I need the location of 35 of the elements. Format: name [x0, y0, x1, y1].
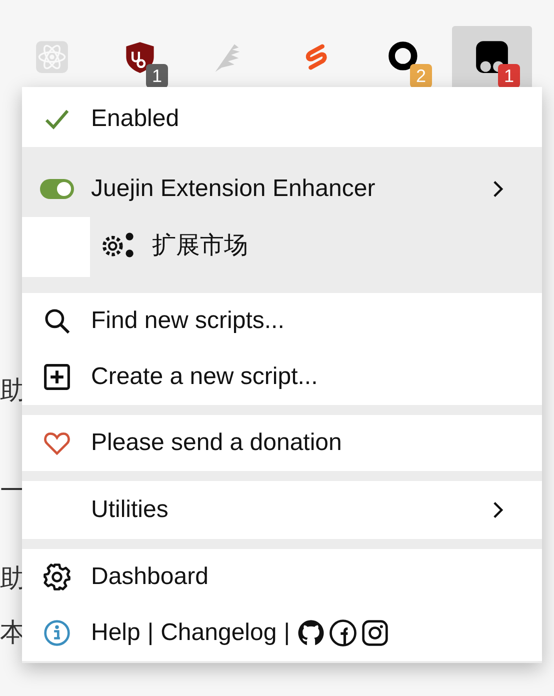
- menu-item[interactable]: Dashboard: [22, 549, 542, 605]
- extension-button[interactable]: 1: [452, 26, 532, 88]
- help-link[interactable]: Help: [91, 619, 140, 647]
- extension-button[interactable]: 1: [100, 26, 180, 88]
- menu-label: 扩展市场: [152, 231, 248, 261]
- facebook-icon[interactable]: [328, 619, 357, 647]
- menu-label: Please send a donation: [91, 429, 342, 457]
- menu-item[interactable]: Juejin Extension Enhancer: [22, 161, 542, 217]
- github-icon[interactable]: [296, 619, 325, 647]
- info-icon: [42, 619, 70, 647]
- menu-item[interactable]: Please send a donation: [22, 415, 542, 471]
- settings-icon: [42, 563, 70, 591]
- menu-label: Dashboard: [91, 563, 208, 591]
- atom-icon: [35, 40, 69, 74]
- menu-label: Create a new script...: [91, 363, 318, 391]
- separator-text: |: [147, 619, 154, 647]
- toggle-switch[interactable]: [38, 178, 74, 200]
- menu-item[interactable]: Help | Changelog |: [22, 605, 542, 661]
- menu-item[interactable]: 扩展市场: [22, 217, 542, 273]
- menu-item[interactable]: Create a new script...: [22, 349, 542, 405]
- count-badge: 1: [498, 64, 520, 88]
- instagram-icon[interactable]: [360, 619, 389, 647]
- help-link[interactable]: Changelog: [160, 619, 277, 647]
- search-icon: [42, 307, 70, 335]
- menu-label: Find new scripts...: [91, 307, 284, 335]
- plus-square-icon: [42, 363, 70, 391]
- separator-text: |: [284, 619, 290, 647]
- menu-item[interactable]: Utilities: [22, 481, 542, 539]
- menu-item[interactable]: Find new scripts...: [22, 293, 542, 349]
- menu-label: Juejin Extension Enhancer: [91, 175, 376, 203]
- menu-item[interactable]: Enabled: [22, 91, 542, 147]
- count-badge: 2: [410, 64, 432, 88]
- count-badge: 1: [146, 64, 168, 88]
- menu-label: Utilities: [91, 496, 168, 524]
- menu-label: Enabled: [91, 105, 180, 133]
